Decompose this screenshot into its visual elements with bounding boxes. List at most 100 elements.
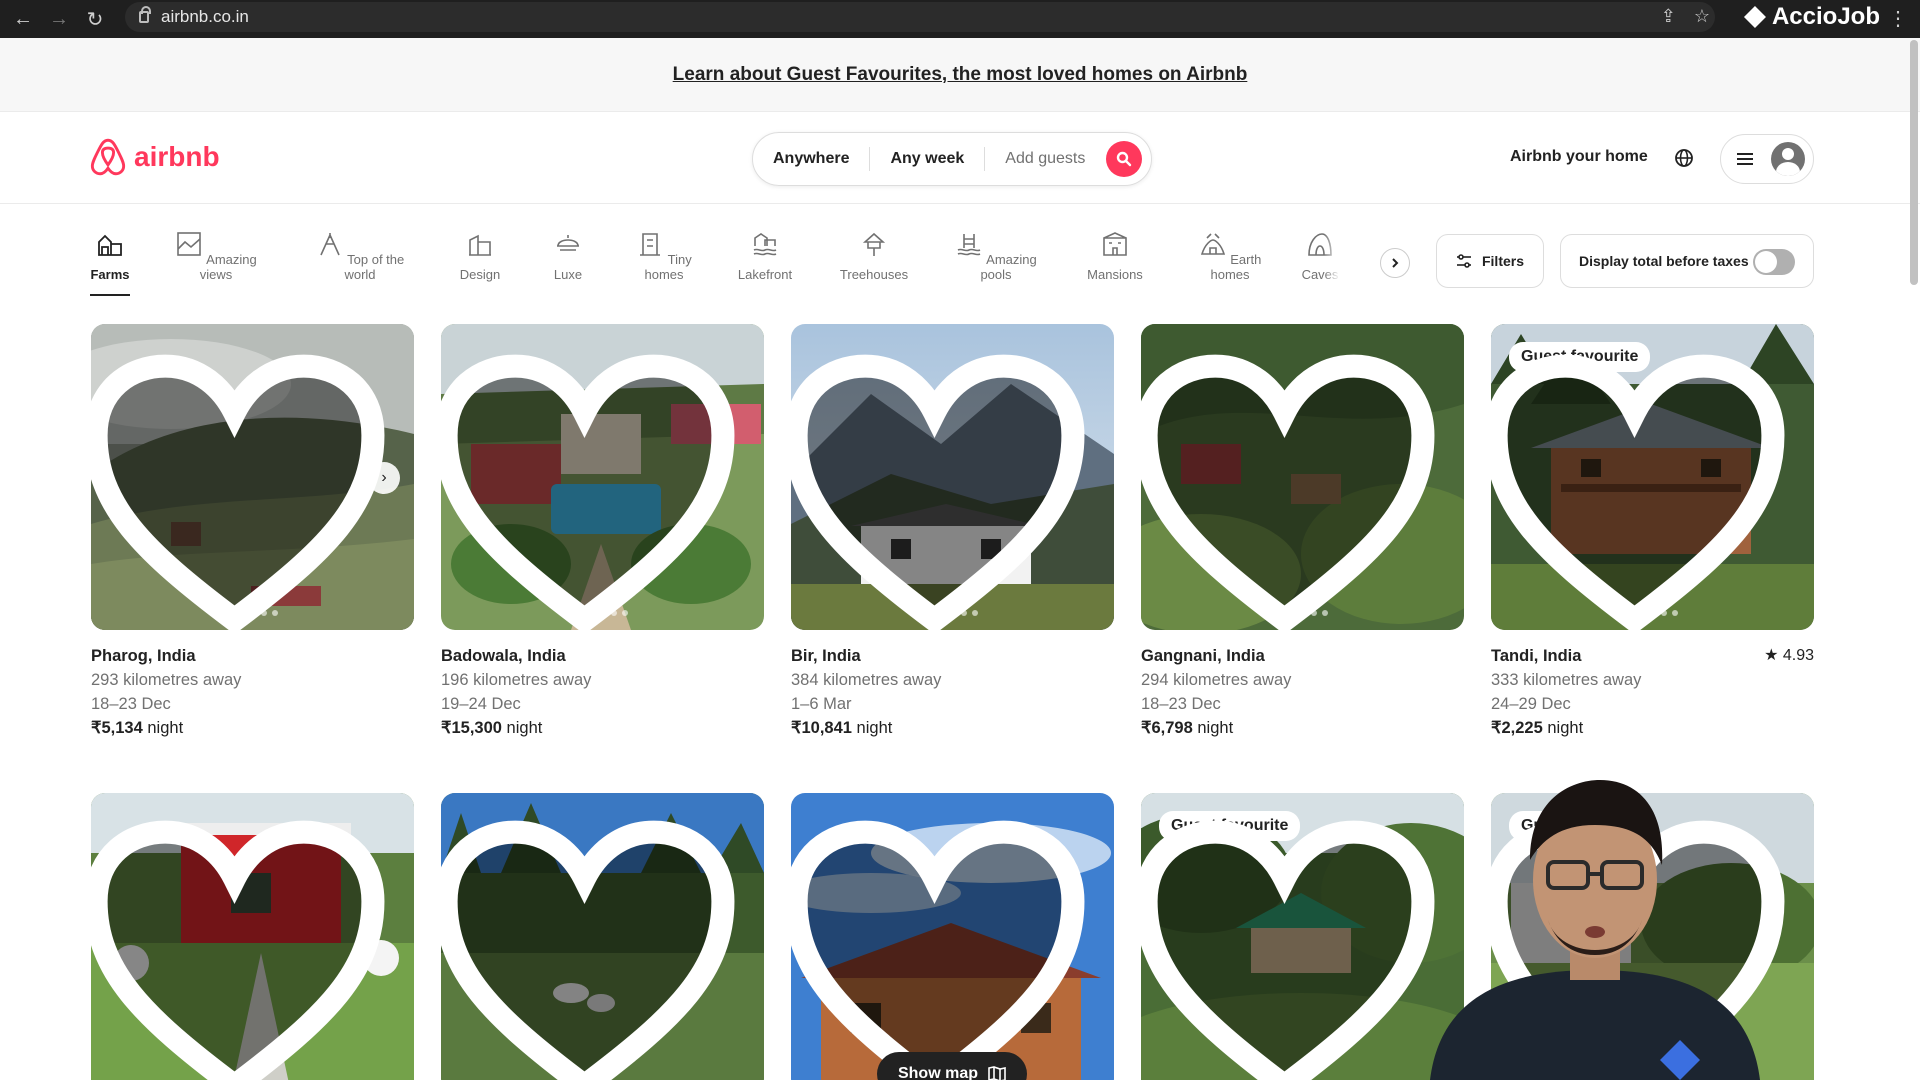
browser-toolbar: ← → ↻ airbnb.co.in ⇪ ☆ AccioJob ⋮ — [0, 0, 1920, 38]
listing-photo[interactable]: › — [91, 324, 414, 630]
listing-photo[interactable] — [791, 324, 1114, 630]
mountain-icon — [320, 233, 340, 256]
airbnb-your-home-link[interactable]: Airbnb your home — [1510, 148, 1648, 166]
display-total-toggle[interactable]: Display total before taxes — [1560, 234, 1814, 288]
listing-photo[interactable] — [441, 324, 764, 630]
listing-title: Badowala, India — [441, 647, 566, 665]
photo-next-button[interactable]: › — [368, 462, 400, 494]
photo-dots — [927, 610, 978, 616]
listing-info: Gangnani, India 294 kilometres away 18–2… — [1141, 630, 1464, 740]
map-icon — [988, 1066, 1006, 1080]
listing-card[interactable]: Badowala, India 196 kilometres away 19–2… — [441, 324, 764, 740]
url-text: airbnb.co.in — [161, 7, 249, 26]
listing-distance: 294 kilometres away — [1141, 671, 1292, 689]
pool-icon — [957, 234, 981, 256]
farm-icon — [98, 234, 122, 256]
listing-card[interactable]: Gangnani, India 294 kilometres away 18–2… — [1141, 324, 1464, 740]
bookmark-star-icon[interactable]: ☆ — [1694, 6, 1710, 27]
photo-dots — [577, 610, 628, 616]
airbnb-logo[interactable]: airbnb — [90, 138, 220, 176]
listing-dates: 19–24 Dec — [441, 695, 521, 713]
heart-icon[interactable] — [441, 809, 746, 1080]
reload-icon[interactable]: ↻ — [82, 6, 108, 32]
heart-icon[interactable] — [91, 809, 396, 1080]
forward-icon[interactable]: → — [46, 6, 72, 32]
listing-info: Tandi, India ★ 4.93 333 kilometres away … — [1491, 630, 1814, 740]
listing-distance: 333 kilometres away — [1491, 671, 1642, 689]
browser-menu-icon[interactable]: ⋮ — [1888, 6, 1908, 31]
listing-photo[interactable] — [1141, 324, 1464, 630]
promo-banner: Learn about Guest Favourites, the most l… — [0, 38, 1920, 112]
chevron-right-icon — [1392, 258, 1399, 268]
search-icon — [1116, 151, 1132, 167]
listing-distance: 384 kilometres away — [791, 671, 942, 689]
filters-button[interactable]: Filters — [1436, 234, 1544, 288]
search-bar[interactable]: Anywhere Any week Add guests — [752, 132, 1152, 186]
search-button[interactable] — [1106, 141, 1142, 177]
heart-icon[interactable] — [791, 809, 1096, 1080]
listing-dates: 24–29 Dec — [1491, 695, 1571, 713]
luxe-icon — [557, 235, 579, 251]
category-design[interactable]: Design — [450, 230, 510, 282]
star-icon: ★ — [1764, 647, 1779, 664]
category-mansions[interactable]: Mansions — [1080, 230, 1150, 282]
listing-card[interactable]: › Pharog, India 293 kilometres away 18–2… — [91, 324, 414, 740]
design-icon — [469, 234, 491, 256]
heart-icon[interactable] — [91, 340, 396, 630]
heart-icon[interactable] — [1491, 340, 1796, 630]
guest-favourites-link[interactable]: Learn about Guest Favourites, the most l… — [673, 64, 1248, 86]
category-amazing-pools[interactable]: Amazing pools — [946, 230, 1046, 282]
heart-icon[interactable] — [1141, 340, 1446, 630]
listing-photo[interactable]: Guest favourite — [1141, 793, 1464, 1080]
show-map-button[interactable]: Show map — [877, 1052, 1027, 1080]
page-scrollbar[interactable] — [1910, 40, 1918, 285]
airbnb-belo-icon — [90, 138, 126, 176]
heart-icon[interactable] — [791, 340, 1096, 630]
heart-icon[interactable] — [1141, 809, 1446, 1080]
category-farms[interactable]: Farms — [90, 230, 130, 296]
category-tiny-homes[interactable]: Tiny homes — [624, 230, 704, 282]
share-icon[interactable]: ⇪ — [1661, 6, 1676, 27]
views-icon — [177, 232, 202, 256]
category-earth-homes[interactable]: Earth homes — [1188, 230, 1272, 282]
listing-card[interactable]: Guest favourite Tandi, India ★ 4.93 333 … — [1491, 324, 1814, 740]
search-dates[interactable]: Any week — [870, 147, 986, 171]
presenter-image — [1430, 780, 1760, 1080]
user-menu-button[interactable] — [1720, 134, 1814, 184]
search-location[interactable]: Anywhere — [753, 147, 871, 171]
listing-title: Gangnani, India — [1141, 647, 1265, 665]
listing-card[interactable] — [791, 793, 1114, 1080]
listing-photo[interactable]: Guest favourite — [1491, 324, 1814, 630]
listing-card[interactable]: Guest favourite — [1141, 793, 1464, 1080]
address-bar[interactable]: airbnb.co.in — [125, 2, 1715, 32]
listing-card[interactable] — [441, 793, 764, 1080]
listing-card[interactable] — [91, 793, 414, 1080]
listing-title: Bir, India — [791, 647, 861, 665]
heart-icon[interactable] — [441, 340, 746, 630]
hamburger-menu-icon — [1737, 153, 1753, 165]
presenter-webcam-overlay — [1430, 770, 1760, 1080]
listing-info: Badowala, India 196 kilometres away 19–2… — [441, 630, 764, 740]
category-treehouses[interactable]: Treehouses — [834, 230, 914, 282]
category-amazing-views[interactable]: Amazing views — [166, 230, 266, 282]
listing-photo[interactable] — [791, 793, 1114, 1080]
listing-distance: 196 kilometres away — [441, 671, 592, 689]
back-icon[interactable]: ← — [10, 6, 36, 32]
listing-photo[interactable] — [91, 793, 414, 1080]
cave-icon — [1308, 233, 1332, 256]
earth-home-icon — [1200, 233, 1225, 255]
listing-card[interactable]: Bir, India 384 kilometres away 1–6 Mar ₹… — [791, 324, 1114, 740]
site-header: airbnb Anywhere Any week Add guests Airb… — [0, 112, 1920, 204]
globe-icon[interactable] — [1672, 146, 1696, 170]
category-scroll-next-button[interactable] — [1380, 248, 1410, 278]
listing-photo[interactable] — [441, 793, 764, 1080]
avatar — [1771, 142, 1805, 176]
taxes-switch[interactable] — [1753, 249, 1795, 275]
listing-title: Pharog, India — [91, 647, 196, 665]
category-lakefront[interactable]: Lakefront — [730, 230, 800, 282]
category-top-of-the-world[interactable]: Top of the world — [300, 230, 420, 282]
category-luxe[interactable]: Luxe — [548, 230, 588, 282]
treehouse-icon — [862, 232, 886, 256]
category-caves[interactable]: Caves — [1300, 230, 1340, 282]
search-guests[interactable]: Add guests — [985, 147, 1105, 171]
